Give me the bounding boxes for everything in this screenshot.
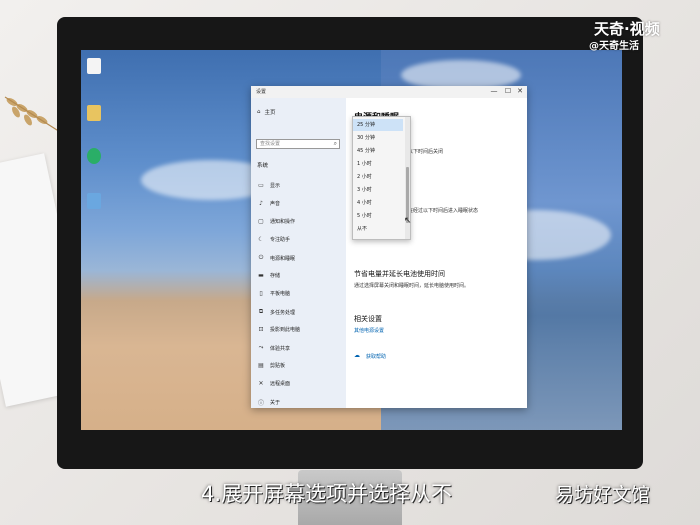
- desktop-icon-file[interactable]: [84, 58, 104, 74]
- file-icon: [87, 58, 101, 74]
- dropdown-option[interactable]: 30 分钟: [353, 132, 403, 144]
- clipboard-icon: ▤: [258, 362, 264, 369]
- sidebar-item-share[interactable]: ⤳ 体验共享: [257, 344, 290, 352]
- screen-off-text: 以下时间后关闭: [408, 149, 444, 155]
- computer-icon: [87, 193, 101, 209]
- sidebar-item-about[interactable]: ⓘ 关于: [257, 398, 280, 407]
- dropdown-option[interactable]: 2 小时: [353, 171, 403, 183]
- sidebar-item-label: 关于: [270, 400, 281, 406]
- close-button[interactable]: ✕: [513, 87, 527, 95]
- related-settings-heading: 相关设置: [354, 315, 382, 323]
- sidebar-item-label: 投影到此电脑: [270, 327, 301, 333]
- info-icon: ⓘ: [257, 400, 264, 407]
- remote-icon: ✕: [258, 380, 264, 387]
- share-icon: ⤳: [258, 344, 264, 351]
- projection-icon: ⊡: [258, 326, 264, 333]
- power-icon: ⏻: [258, 254, 264, 261]
- save-power-desc: 通过选择屏幕关闭和睡眠时间，延长电脑使用时间。: [354, 283, 470, 289]
- folder-icon: [87, 105, 101, 121]
- sidebar-item-focus[interactable]: ☾ 专注助手: [257, 236, 290, 243]
- dropdown-option[interactable]: 5 小时: [353, 210, 403, 222]
- sidebar-item-label: 体验共享: [270, 345, 291, 352]
- dropdown-option[interactable]: 1 小时: [353, 158, 403, 170]
- watermark-top: 天奇·视频: [594, 20, 660, 38]
- storage-icon: ▬: [258, 272, 264, 279]
- sidebar-item-label: 通知和操作: [270, 219, 296, 225]
- sidebar-item-display[interactable]: ▭ 显示: [257, 182, 280, 189]
- sidebar-item-label: 电源和睡眠: [270, 255, 296, 262]
- sidebar-item-power[interactable]: ⏻ 电源和睡眠: [257, 254, 295, 262]
- search-input[interactable]: 查找设置 ⌕: [256, 139, 340, 149]
- notification-icon: ▢: [258, 218, 264, 225]
- sidebar-item-notifications[interactable]: ▢ 通知和操作: [257, 218, 295, 225]
- sidebar-item-label: 显示: [270, 183, 281, 189]
- sidebar-item-label: 多任务处理: [270, 309, 296, 316]
- sidebar-item-label: 剪贴板: [270, 363, 286, 369]
- sidebar-item-remote[interactable]: ✕ 远程桌面: [257, 380, 290, 387]
- dropdown-option[interactable]: 3 小时: [353, 184, 403, 196]
- desktop-icon-folder[interactable]: [84, 105, 104, 121]
- sleep-text: 在经过以下时间后进入睡眠状态: [408, 208, 479, 214]
- home-icon: ⌂: [257, 109, 261, 115]
- dropdown-option[interactable]: 4 小时: [353, 197, 403, 209]
- get-help-link[interactable]: 获取帮助: [366, 353, 386, 360]
- video-subtitle: 4.展开屏幕选项并选择从不: [201, 482, 453, 506]
- save-power-heading: 节省电量并延长电池使用时间: [354, 270, 445, 278]
- search-placeholder: 查找设置: [260, 141, 281, 147]
- sidebar-home-label: 主页: [264, 110, 276, 116]
- desktop-icon-wechat[interactable]: [84, 148, 104, 164]
- title-bar: 设置 — ☐ ✕: [251, 86, 527, 98]
- dropdown-option-never[interactable]: 从不: [353, 223, 403, 235]
- sidebar-item-projection[interactable]: ⊡ 投影到此电脑: [257, 326, 300, 333]
- sidebar-section-label: 系统: [257, 163, 269, 169]
- settings-sidebar: ⌂ 主页 查找设置 ⌕ 系统 ▭ 显示 ♪ 声音 ▢ 通知和操作 ☾ 专注助手 …: [251, 98, 346, 408]
- screen-timeout-dropdown[interactable]: 25 分钟 30 分钟 45 分钟 1 小时 2 小时 3 小时 4 小时 5 …: [352, 116, 411, 240]
- sidebar-item-multitask[interactable]: ⧉ 多任务处理: [257, 308, 295, 316]
- sidebar-item-label: 远程桌面: [270, 381, 291, 387]
- window-title: 设置: [256, 89, 267, 95]
- sidebar-home[interactable]: ⌂ 主页: [257, 108, 276, 116]
- sidebar-item-tablet[interactable]: ▯ 平板电脑: [257, 290, 290, 297]
- video-credit: 易坊好文馆: [555, 484, 651, 506]
- wechat-icon: [87, 148, 101, 164]
- sidebar-item-label: 存储: [270, 273, 281, 279]
- sidebar-item-label: 声音: [270, 201, 281, 207]
- additional-power-settings-link[interactable]: 其他电源设置: [354, 327, 384, 334]
- display-icon: ▭: [258, 182, 264, 189]
- sidebar-item-label: 平板电脑: [270, 291, 291, 297]
- desktop-icon-computer[interactable]: [84, 193, 104, 209]
- help-icon: ☁: [354, 352, 360, 359]
- tablet-icon: ▯: [259, 290, 263, 297]
- moon-icon: ☾: [258, 236, 264, 243]
- dropdown-option[interactable]: 45 分钟: [353, 145, 403, 157]
- search-icon: ⌕: [333, 140, 337, 147]
- sound-icon: ♪: [259, 200, 263, 207]
- minimize-button[interactable]: —: [487, 87, 501, 95]
- watermark-sub: @天奇生活: [589, 41, 639, 52]
- sidebar-item-sound[interactable]: ♪ 声音: [257, 200, 280, 207]
- multitask-icon: ⧉: [258, 308, 264, 315]
- dropdown-option[interactable]: 25 分钟: [353, 119, 403, 131]
- sidebar-item-clipboard[interactable]: ▤ 剪贴板: [257, 362, 285, 369]
- mouse-cursor-icon: ↖: [404, 216, 412, 226]
- dropdown-scroll-thumb[interactable]: [406, 167, 409, 223]
- sidebar-item-label: 专注助手: [270, 237, 291, 243]
- sidebar-item-storage[interactable]: ▬ 存储: [257, 272, 280, 279]
